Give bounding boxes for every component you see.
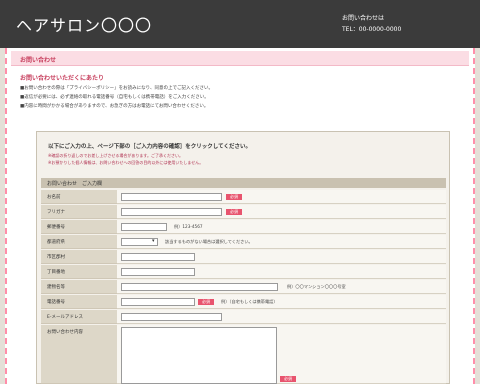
label-building: 建物名等 [47, 285, 65, 290]
required-badge: 必須 [226, 194, 242, 200]
phone-hint: 例）（自宅もしくは携帯電話） [221, 299, 278, 304]
prefecture-hint: 該当するものがない場合は選択してください。 [165, 239, 253, 244]
furigana-input[interactable] [121, 208, 222, 216]
notice-line: ■内容に時間がかかる場合がありますので、お急ぎの方はお電話にてお問い合わせくださ… [20, 104, 209, 109]
city-input[interactable] [121, 253, 195, 261]
required-badge: 必須 [226, 209, 242, 215]
name-input[interactable] [121, 193, 222, 201]
street-input[interactable] [121, 268, 195, 276]
label-postal: 郵便番号 [47, 225, 65, 230]
label-email: E-メールアドレス [47, 315, 83, 320]
label-city: 市区郡村 [47, 255, 65, 260]
label-furigana: フリガナ [47, 210, 65, 215]
postal-code-input[interactable] [121, 223, 167, 231]
form-note: ※お預かりした個人情報は、お問い合わせへの回答の目的以外には使用いたしません。 [48, 160, 204, 165]
email-input[interactable] [121, 313, 222, 321]
page-heading-bar [11, 51, 469, 66]
form-intro: 以下にご入力の上、ページ下部の［ご入力内容の確認］をクリックしてください。 [48, 144, 251, 150]
label-name: お名前 [47, 195, 61, 200]
building-hint: 例）〇〇マンション〇〇〇号室 [287, 284, 346, 289]
required-badge: 必須 [280, 376, 296, 382]
phone-input[interactable] [121, 298, 195, 306]
form-note: ※確認の折り返しのでお差し上げさせる場合があります。ご了承ください。 [48, 153, 183, 158]
message-textarea[interactable] [121, 327, 277, 384]
label-street: 丁目番地 [47, 270, 65, 275]
contact-tel[interactable]: TEL：00-0000-0000 [342, 24, 401, 33]
building-input[interactable] [121, 283, 278, 291]
chevron-down-icon: ▾ [152, 238, 155, 244]
site-title[interactable]: ヘアサロン〇〇〇 [16, 12, 152, 36]
notice-title: お問い合わせいただくにあたり [20, 75, 105, 82]
required-badge: 必須 [198, 299, 214, 305]
contact-label: お問い合わせは [342, 15, 385, 22]
label-prefecture: 都道府県 [47, 240, 65, 245]
notice-line: ■返信が必要には、必ず連絡の取れる電話番号（自宅もしくは携帯電話）をご入力くださ… [20, 95, 209, 100]
form-table-header-label: お問い合わせ ご入力欄 [47, 181, 103, 187]
page-title: お問い合わせ [20, 57, 57, 64]
label-message: お問い合わせ内容 [47, 330, 83, 335]
postal-hint: 例）123-4567 [174, 224, 203, 229]
label-phone: 電話番号 [47, 300, 65, 305]
notice-line: ■お問い合わせの際は「プライバシーポリシー」をお読みになり、同意の上でご記入くだ… [20, 86, 213, 91]
